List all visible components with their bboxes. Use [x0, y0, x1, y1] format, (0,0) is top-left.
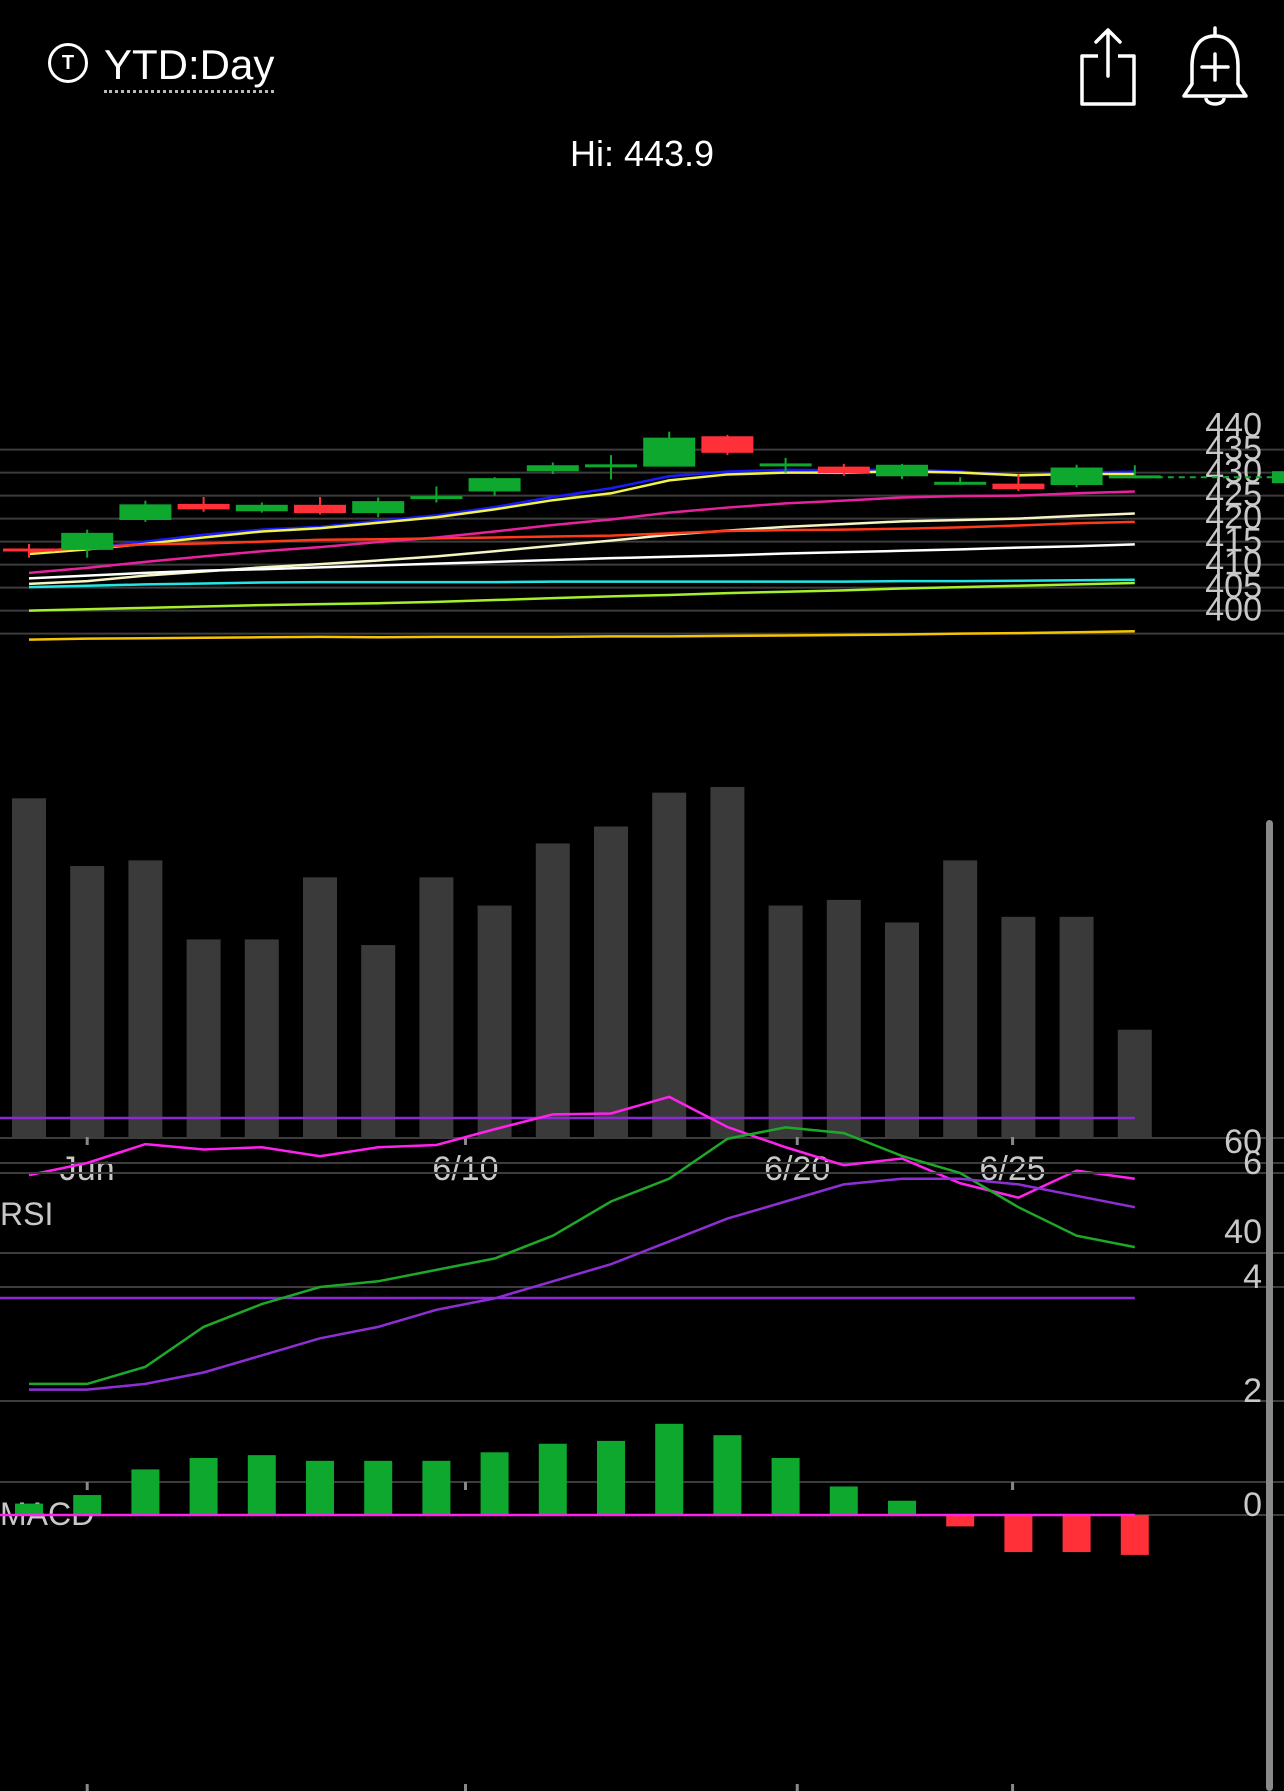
macd-histogram-bar — [306, 1460, 334, 1515]
macd-tick-label: 2 — [1243, 1372, 1262, 1410]
candle-down — [817, 466, 870, 474]
macd-signal-line — [29, 1177, 1136, 1391]
candle-down — [992, 483, 1045, 490]
scrollbar[interactable] — [1266, 820, 1273, 1791]
last-price-marker — [1272, 471, 1284, 484]
volume-bar — [885, 922, 919, 1137]
volume-bar — [1059, 916, 1094, 1137]
volume-bar — [1117, 1029, 1152, 1137]
macd-histogram-bar — [73, 1495, 102, 1515]
macd-histogram-bar — [1062, 1515, 1091, 1553]
candle-up — [61, 532, 114, 550]
macd-histogram-bar — [888, 1500, 916, 1515]
moving-average-line — [28, 630, 1135, 641]
candle-up — [585, 464, 637, 468]
macd-histogram-bar — [247, 1455, 276, 1515]
volume-bar — [419, 877, 454, 1137]
candle-down — [701, 436, 754, 453]
volume-bar — [652, 792, 687, 1137]
volume-bar — [244, 939, 279, 1137]
volume-bar — [943, 860, 978, 1137]
candle-down — [294, 504, 346, 514]
candle-up — [410, 496, 463, 500]
volume-bar — [710, 787, 745, 1137]
candle-up — [1050, 467, 1103, 486]
macd-tick-label: 6 — [1243, 1144, 1262, 1182]
macd-histogram-bar — [480, 1452, 509, 1515]
volume-bar — [128, 860, 163, 1137]
candle-up — [934, 481, 987, 485]
macd-tick-label: 4 — [1243, 1258, 1262, 1296]
moving-average-line — [28, 490, 1135, 575]
volume-bar — [361, 945, 396, 1137]
volume-bar — [826, 899, 861, 1137]
macd-histogram-bar — [771, 1458, 800, 1515]
volume-bar — [186, 939, 221, 1137]
macd-histogram-bar — [829, 1486, 858, 1515]
date-label: 6/20 — [764, 1150, 830, 1188]
candle-up — [526, 465, 579, 472]
macd-histogram-bar — [538, 1443, 567, 1515]
price-tick-label: 400 — [1205, 591, 1262, 629]
macd-histogram-bar — [1120, 1515, 1149, 1555]
macd-histogram-bar — [189, 1458, 218, 1515]
candle-up — [643, 437, 696, 467]
volume-bar — [477, 905, 512, 1137]
candle-up — [235, 504, 288, 512]
volume-bar — [70, 866, 105, 1137]
macd-histogram-bar — [597, 1440, 625, 1515]
macd-histogram-bar — [131, 1469, 160, 1515]
macd-histogram-bar — [1004, 1515, 1033, 1553]
macd-histogram-bar — [422, 1460, 451, 1515]
volume-bar — [768, 905, 803, 1137]
candle-up — [759, 463, 812, 467]
macd-histogram-bar — [364, 1460, 393, 1515]
macd-line — [29, 1126, 1136, 1386]
date-label: 6/10 — [432, 1150, 498, 1188]
candle-up — [352, 501, 405, 514]
rsi-tick-label: 40 — [1224, 1213, 1262, 1251]
volume-bar — [594, 826, 628, 1137]
candle-up — [119, 504, 172, 520]
macd-histogram-bar — [15, 1503, 43, 1515]
candle-up — [876, 464, 928, 477]
macd-histogram-bar — [946, 1515, 975, 1527]
volume-bar — [303, 877, 337, 1137]
rsi-label: RSI — [0, 1196, 53, 1232]
candle-up — [468, 478, 521, 492]
volume-bar — [1001, 916, 1036, 1137]
macd-tick-label: 0 — [1243, 1486, 1262, 1524]
candle-down — [3, 548, 55, 552]
volume-bar — [535, 843, 570, 1137]
macd-histogram-bar — [655, 1423, 684, 1515]
price-chart[interactable]: 440435430425420415410405400Jun 6/10 6/20 6/… — [0, 0, 1284, 1791]
volume-bar — [12, 798, 46, 1137]
macd-histogram-bar — [713, 1435, 742, 1515]
candle-down — [177, 503, 230, 510]
